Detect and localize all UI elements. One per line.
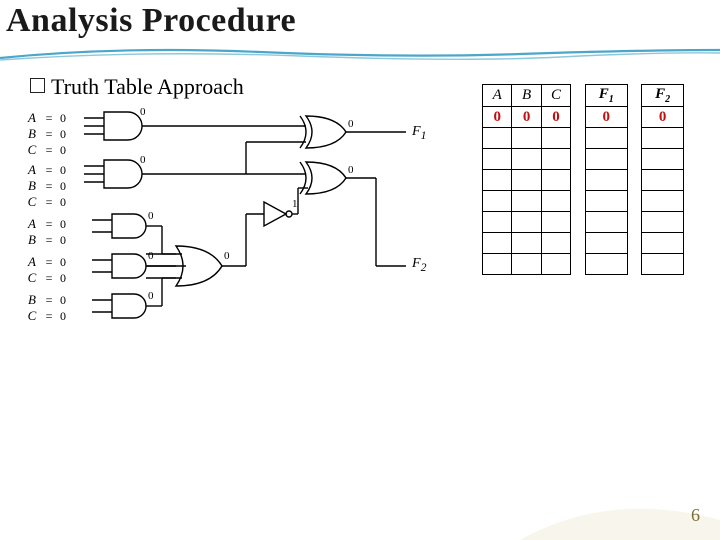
- and-gate-icon: [92, 254, 146, 278]
- xor1-output-value: 0: [348, 118, 354, 130]
- output-f2-label: F2: [412, 256, 426, 274]
- inverter-output-value: 1: [292, 198, 298, 210]
- gate1-output-value: 0: [140, 106, 146, 118]
- table-row: [483, 191, 684, 212]
- col-b: B: [512, 85, 541, 107]
- corner-swoosh-icon: [520, 480, 720, 540]
- and-gate-icon: [92, 294, 146, 318]
- input-column: A=0 B=0 C=0 A=0 B=0 C=0 A=0 B=0 A=0 C=0 …: [26, 110, 66, 324]
- xor2-output-value: 0: [348, 164, 354, 176]
- slide-root: Analysis Procedure Truth Table Approach …: [0, 0, 720, 540]
- and-gate-icon: [84, 160, 142, 188]
- table-row: [483, 233, 684, 254]
- gate4-output-value: 0: [148, 250, 154, 262]
- table-row: [483, 170, 684, 191]
- gate5-output-value: 0: [148, 290, 154, 302]
- table-row: 0 0 0 0 0: [483, 107, 684, 128]
- or-output-value: 0: [224, 250, 230, 262]
- page-title: Analysis Procedure: [6, 2, 296, 40]
- col-spacer: [627, 85, 642, 107]
- bullet-truth-table: Truth Table Approach: [30, 74, 244, 100]
- gate3-output-value: 0: [148, 210, 154, 222]
- gate2-output-value: 0: [140, 154, 146, 166]
- page-number: 6: [691, 505, 700, 526]
- bullet-text: Truth Table Approach: [51, 74, 244, 99]
- and-gate-icon: [92, 214, 146, 238]
- table-row: [483, 149, 684, 170]
- table-row: [483, 254, 684, 275]
- col-spacer: [571, 85, 586, 107]
- not-gate-icon: [264, 202, 292, 226]
- truth-table: A B C F1 F2 0 0 0 0 0: [482, 84, 684, 275]
- table-row: [483, 212, 684, 233]
- col-f1: F1: [585, 85, 627, 107]
- logic-circuit: 0 0 0 0 0 0 1 0 0 F1 F2: [76, 106, 436, 366]
- table-row: [483, 128, 684, 149]
- title-underline: [0, 44, 720, 62]
- col-c: C: [541, 85, 570, 107]
- col-a: A: [483, 85, 512, 107]
- and-gate-icon: [84, 112, 142, 140]
- xor-gate-icon: [300, 116, 346, 148]
- bullet-box-icon: [30, 78, 45, 93]
- output-f1-label: F1: [412, 124, 426, 142]
- col-f2: F2: [642, 85, 684, 107]
- xor-gate-icon: [300, 162, 346, 194]
